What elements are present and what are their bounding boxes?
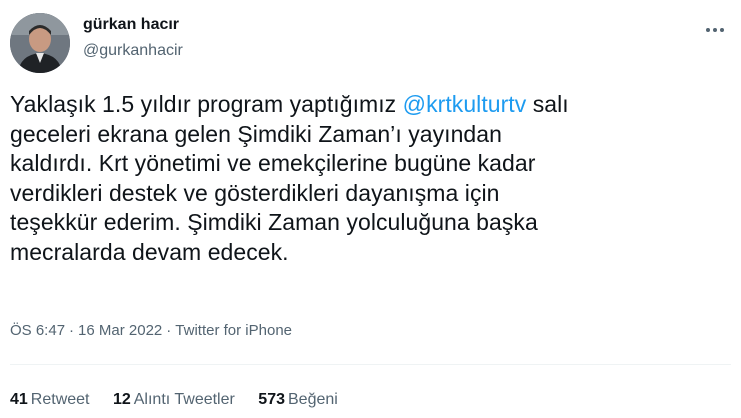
retweet-count[interactable]: 41 Retweet xyxy=(10,391,90,409)
tweet-line: geceleri ekrana gelen Şimdiki Zaman’ı ya… xyxy=(10,120,502,147)
tweet-text: Yaklaşık 1.5 yıldır program yaptığımız @… xyxy=(10,90,730,267)
tweet-meta: ÖS 6:47 · 16 Mar 2022 · Twitter for iPhone xyxy=(10,322,292,339)
meta-separator: · xyxy=(69,322,75,339)
divider xyxy=(10,364,731,365)
author-name[interactable]: gürkan hacır xyxy=(83,16,179,34)
more-options-button[interactable] xyxy=(700,15,730,45)
tweet-stats: 41 Retweet 12 Alıntı Tweetler 573 Beğeni xyxy=(10,391,357,409)
tweet-line: verdikleri destek ve gösterdikleri dayan… xyxy=(10,179,500,206)
mention-link[interactable]: @krtkulturtv xyxy=(403,91,527,117)
author-handle[interactable]: @gurkanhacir xyxy=(83,42,183,60)
tweet-line: kaldırdı. Krt yönetimi ve emekçilerine b… xyxy=(10,150,536,176)
avatar[interactable] xyxy=(10,13,70,73)
more-horizontal-icon xyxy=(706,28,710,32)
tweet-source[interactable]: Twitter for iPhone xyxy=(175,322,292,339)
tweet-line: Yaklaşık 1.5 yıldır program yaptığımız @… xyxy=(10,91,569,117)
like-count[interactable]: 573 Beğeni xyxy=(258,391,338,409)
avatar-photo xyxy=(10,13,70,73)
tweet-time[interactable]: ÖS 6:47 xyxy=(10,322,65,339)
quote-tweet-count[interactable]: 12 Alıntı Tweetler xyxy=(113,391,235,409)
meta-separator: · xyxy=(166,322,172,339)
tweet-line: teşekkür ederim. Şimdiki Zaman yolculuğu… xyxy=(10,209,538,235)
tweet-date[interactable]: 16 Mar 2022 xyxy=(78,322,162,339)
tweet-line: mecralarda devam edecek. xyxy=(10,238,289,265)
